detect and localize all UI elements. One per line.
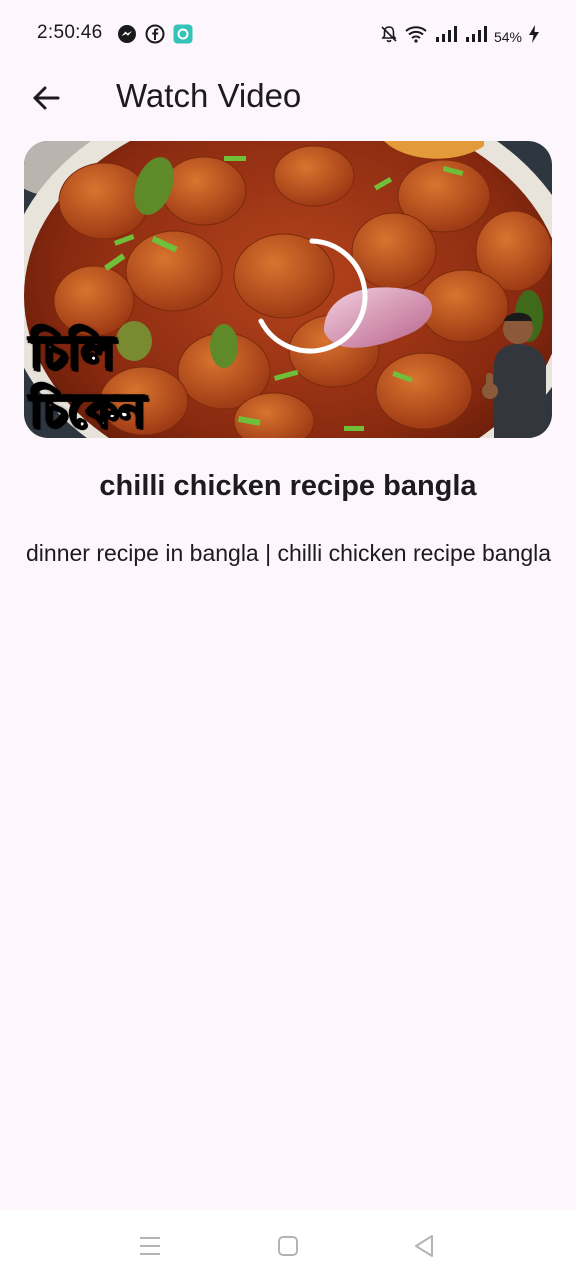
messenger-icon [117,24,137,49]
wifi-icon [404,25,428,48]
page-title: Watch Video [116,77,302,114]
home-icon [278,1236,298,1256]
signal-icon [464,25,488,48]
battery-level: 54% [493,28,522,45]
thumbnail-text-line1: চিলি [29,326,116,380]
home-button[interactable] [270,1228,306,1264]
arrow-left-icon [33,86,60,110]
system-nav-bar [0,1210,576,1280]
video-player[interactable]: চিলি চিকেন [24,141,552,438]
app-notification-icon [173,24,193,49]
status-bar: 2:50:46 54% [0,0,576,70]
app-bar: Watch Video [0,70,576,126]
mute-bell-icon [380,25,398,48]
status-right-icons: 54% [380,24,540,49]
charging-icon [528,24,540,49]
watch-video-screen: 2:50:46 54% Watch Video চিলি চিকেন chill… [0,0,576,1280]
status-left-icons [117,24,193,49]
back-icon [415,1235,433,1257]
status-time: 2:50:46 [37,22,103,43]
back-button[interactable] [24,76,68,120]
signal-icon [434,25,458,48]
menu-icon [140,1237,160,1255]
thumbnail-text-line2: চিকেন [29,384,147,438]
video-title: chilli chicken recipe bangla [99,470,477,502]
recent-apps-button[interactable] [132,1228,168,1264]
facebook-icon [145,24,165,49]
video-description: dinner recipe in bangla | chilli chicken… [26,540,552,566]
system-back-button[interactable] [406,1228,442,1264]
